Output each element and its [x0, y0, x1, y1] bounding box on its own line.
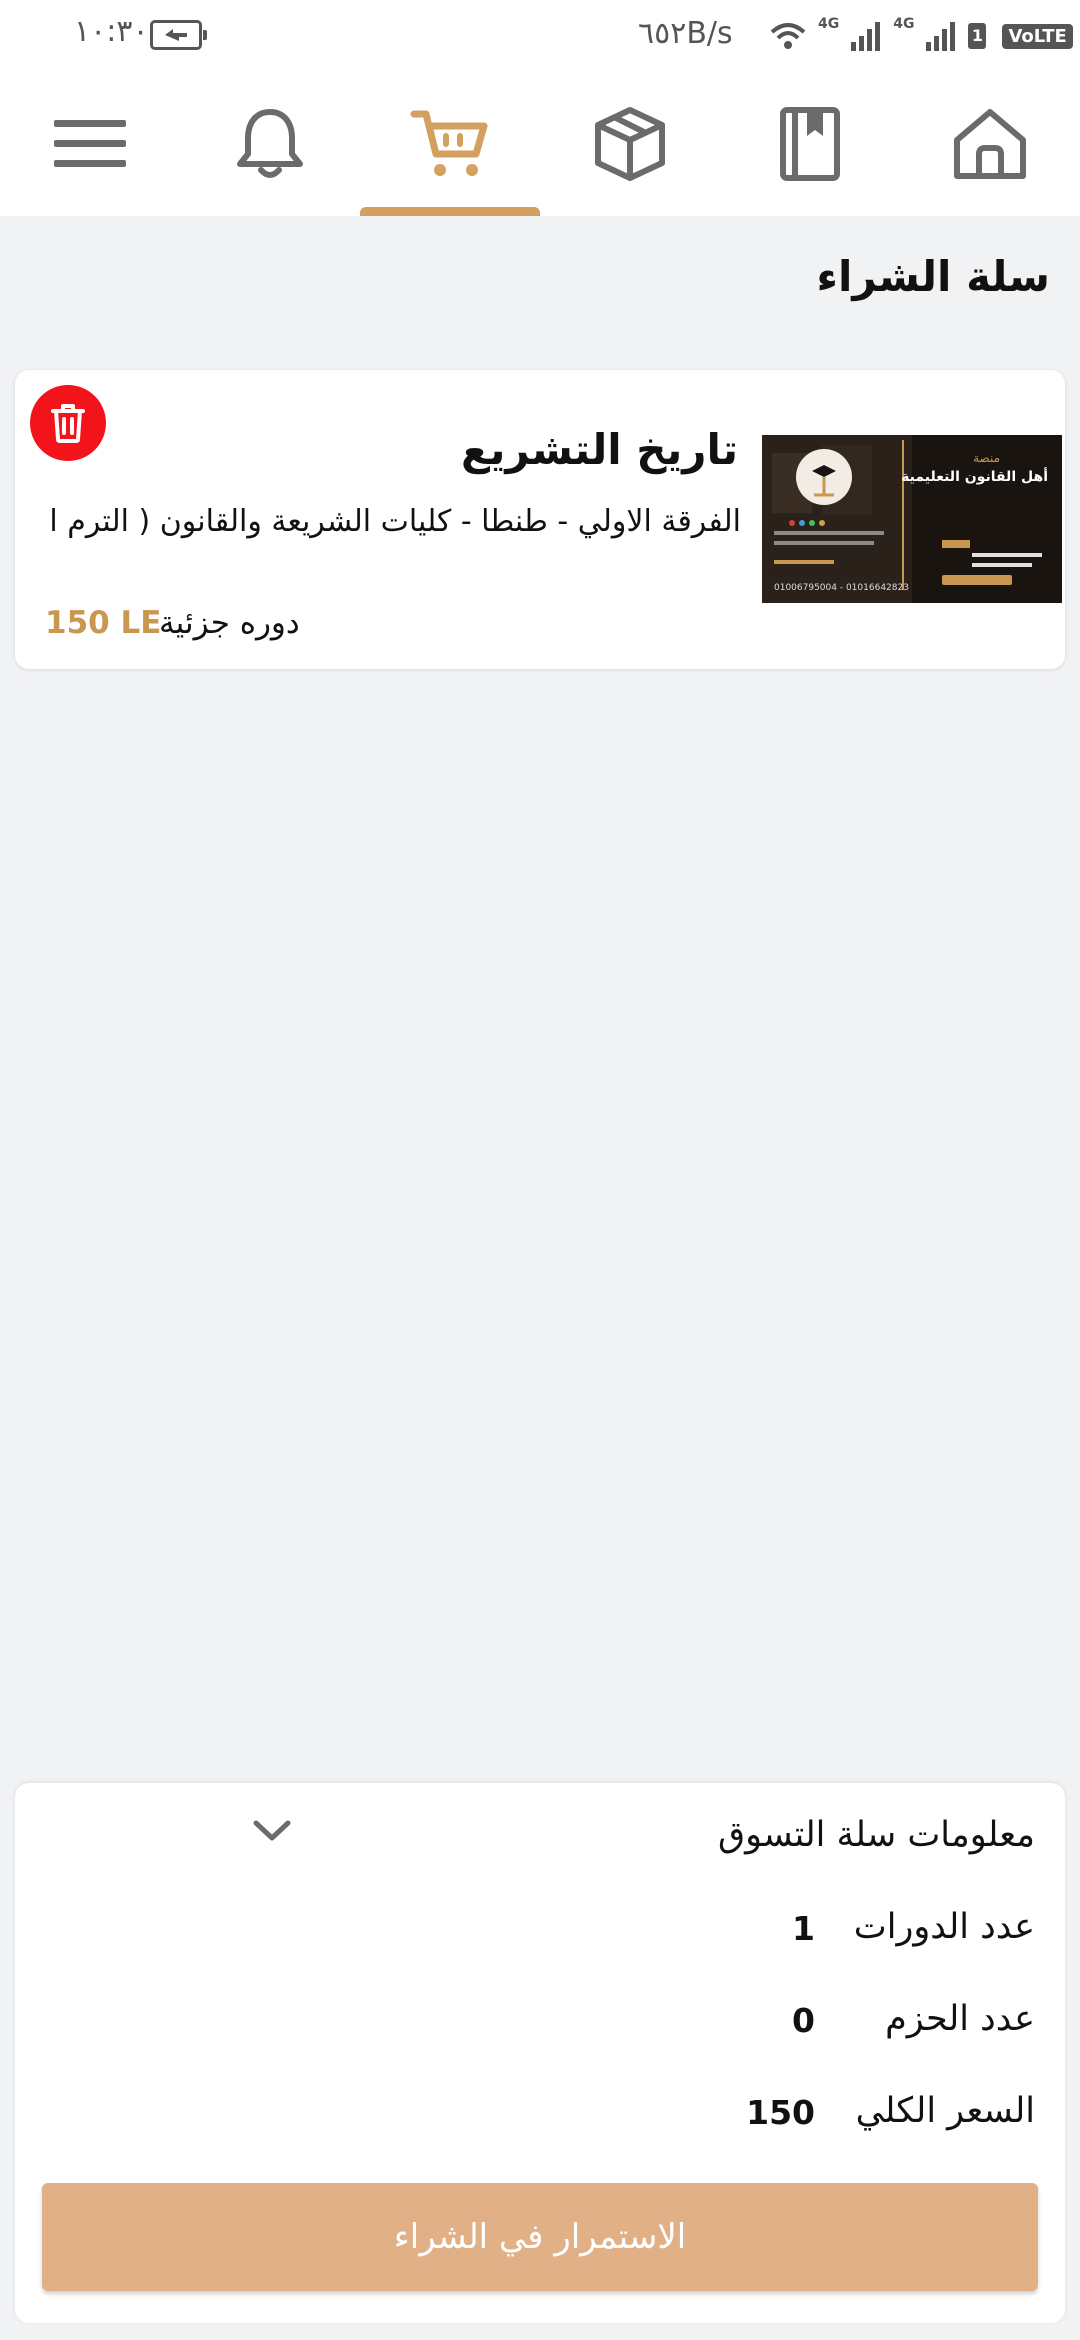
home-icon — [954, 109, 1026, 179]
signal-icon — [851, 22, 881, 51]
cart-summary-panel: معلومات سلة التسوق عدد الدورات 1 عدد الح… — [15, 1783, 1065, 2323]
book-icon — [780, 107, 840, 181]
delete-item-button[interactable] — [30, 385, 106, 461]
total-price-label: السعر الكلي — [855, 2091, 1035, 2131]
nav-cart[interactable] — [360, 72, 540, 216]
nav-packages[interactable] — [540, 72, 720, 216]
wifi-icon — [770, 23, 806, 49]
page-title: سلة الشراء — [816, 252, 1050, 301]
nav-notifications[interactable] — [180, 72, 360, 216]
cart-item-card[interactable]: منصة أهل القانون التعليمية 01006795004 -… — [15, 370, 1065, 669]
nav-menu[interactable] — [0, 72, 180, 216]
signal-icon — [926, 22, 956, 51]
thumbnail-heading: أهل القانون التعليمية — [901, 469, 1048, 485]
course-title: تاريخ التشريع — [460, 425, 738, 474]
course-subtitle: الفرقة الاولي - طنطا - كليات الشريعة وال… — [51, 504, 741, 539]
status-bar: ١٠:٣٠ ٦٥٢B/s 4G 4G 1 VoLTE — [0, 0, 1080, 72]
network-type-label: 4G — [818, 16, 840, 32]
courses-count-label: عدد الدورات — [853, 1907, 1035, 1947]
hamburger-icon — [54, 120, 126, 167]
volte-badge: VoLTE — [1002, 23, 1073, 49]
network-type-label: 4G — [893, 16, 915, 32]
bell-icon — [237, 109, 303, 178]
packages-count-value: 0 — [792, 2001, 815, 2040]
packages-count-label: عدد الحزم — [885, 1999, 1035, 2039]
course-price: 150 LE — [45, 605, 162, 641]
thumbnail-heading-small: منصة — [973, 451, 1000, 465]
nav-courses[interactable] — [720, 72, 900, 216]
nav-home[interactable] — [900, 72, 1080, 216]
battery-charging-icon — [150, 20, 207, 50]
box-icon — [595, 107, 665, 181]
chevron-down-icon — [253, 1820, 291, 1841]
sim-badge: 1 — [968, 23, 987, 49]
network-speed: ٦٥٢B/s — [638, 16, 733, 51]
cart-icon — [410, 110, 488, 176]
course-type: دوره جزئية — [159, 605, 300, 641]
status-time: ١٠:٣٠ — [74, 14, 149, 49]
thumbnail-phone: 01006795004 - 01016642823 — [774, 583, 909, 593]
top-nav — [0, 72, 1080, 216]
nav-active-indicator — [360, 207, 540, 216]
trash-icon — [51, 404, 85, 443]
collapse-toggle[interactable] — [252, 1819, 292, 1847]
checkout-button[interactable]: الاستمرار في الشراء — [42, 2183, 1038, 2291]
summary-title: معلومات سلة التسوق — [718, 1815, 1035, 1855]
total-price-value: 150 — [746, 2093, 815, 2132]
course-thumbnail: منصة أهل القانون التعليمية 01006795004 -… — [762, 435, 1062, 603]
courses-count-value: 1 — [792, 1909, 815, 1948]
